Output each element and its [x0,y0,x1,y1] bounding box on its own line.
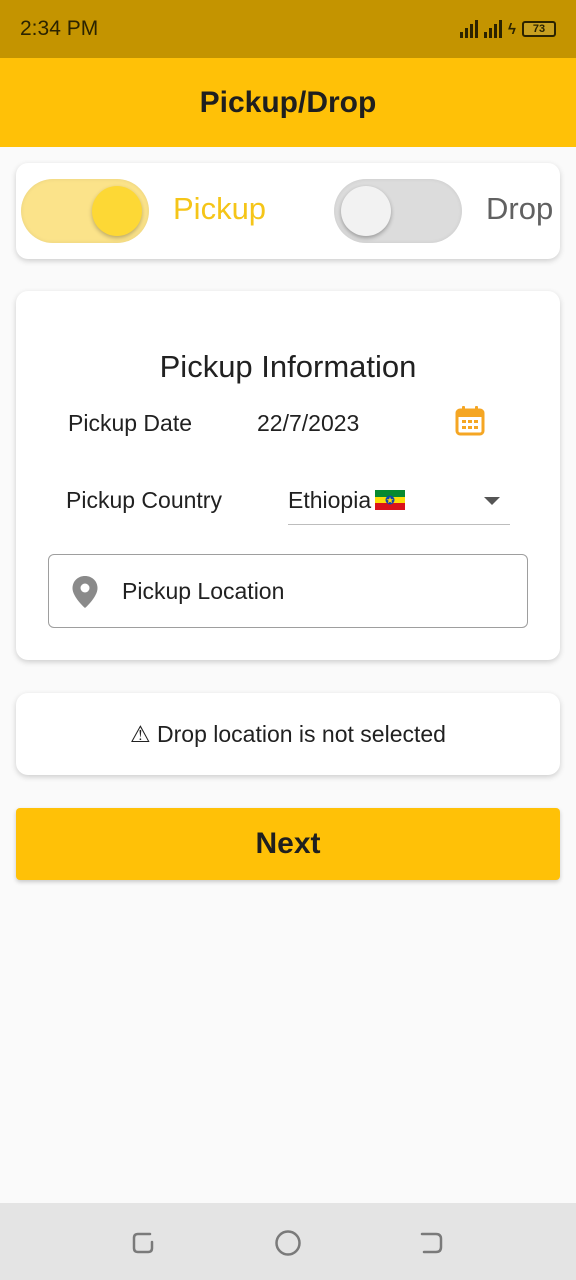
dropdown-caret-icon [484,497,500,505]
ethiopia-flag-icon [375,490,406,510]
pickup-country-selected: Ethiopia [288,487,406,514]
page-title: Pickup/Drop [199,85,377,119]
signal-icon [484,20,503,38]
pickup-switch-label[interactable]: Pickup [173,191,266,227]
pickup-location-field[interactable]: Pickup Location [48,554,528,628]
status-icons: ϟ 73 [460,20,556,38]
switch-knob [341,186,391,236]
next-button[interactable]: Next [16,808,560,880]
drop-switch-label[interactable]: Drop [486,191,553,227]
drop-switch[interactable] [334,179,462,243]
pickup-date-label: Pickup Date [68,410,193,436]
pickup-switch[interactable] [21,179,149,243]
calendar-icon[interactable] [454,405,486,437]
location-pin-icon [72,576,98,608]
status-time: 2:34 PM [20,17,99,40]
mode-toggle-card: Pickup Drop [16,163,560,259]
charging-icon: ϟ [508,20,516,38]
pickup-info-card: Pickup Information Pickup Date 22/7/2023… [16,291,560,660]
nav-home-icon[interactable] [274,1229,302,1257]
nav-recents-icon[interactable] [130,1229,158,1257]
pickup-date-value[interactable]: 22/7/2023 [257,410,359,437]
nav-back-icon[interactable] [418,1229,446,1257]
pickup-location-placeholder: Pickup Location [122,578,285,604]
pickup-info-title: Pickup Information [159,349,417,384]
pickup-country-text: Ethiopia [288,487,372,513]
drop-status-message: ⚠ Drop location is not selected [130,720,446,747]
switch-knob [92,186,142,236]
system-nav-bar [0,1203,576,1280]
status-bar: 2:34 PM ϟ 73 [0,0,576,58]
pickup-country-label: Pickup Country [66,487,222,513]
pickup-country-dropdown[interactable]: Ethiopia [288,477,510,525]
app-bar: Pickup/Drop [0,58,576,147]
battery-icon: 73 [522,21,556,37]
signal-icon [460,20,479,38]
drop-status-card: ⚠ Drop location is not selected [16,693,560,775]
